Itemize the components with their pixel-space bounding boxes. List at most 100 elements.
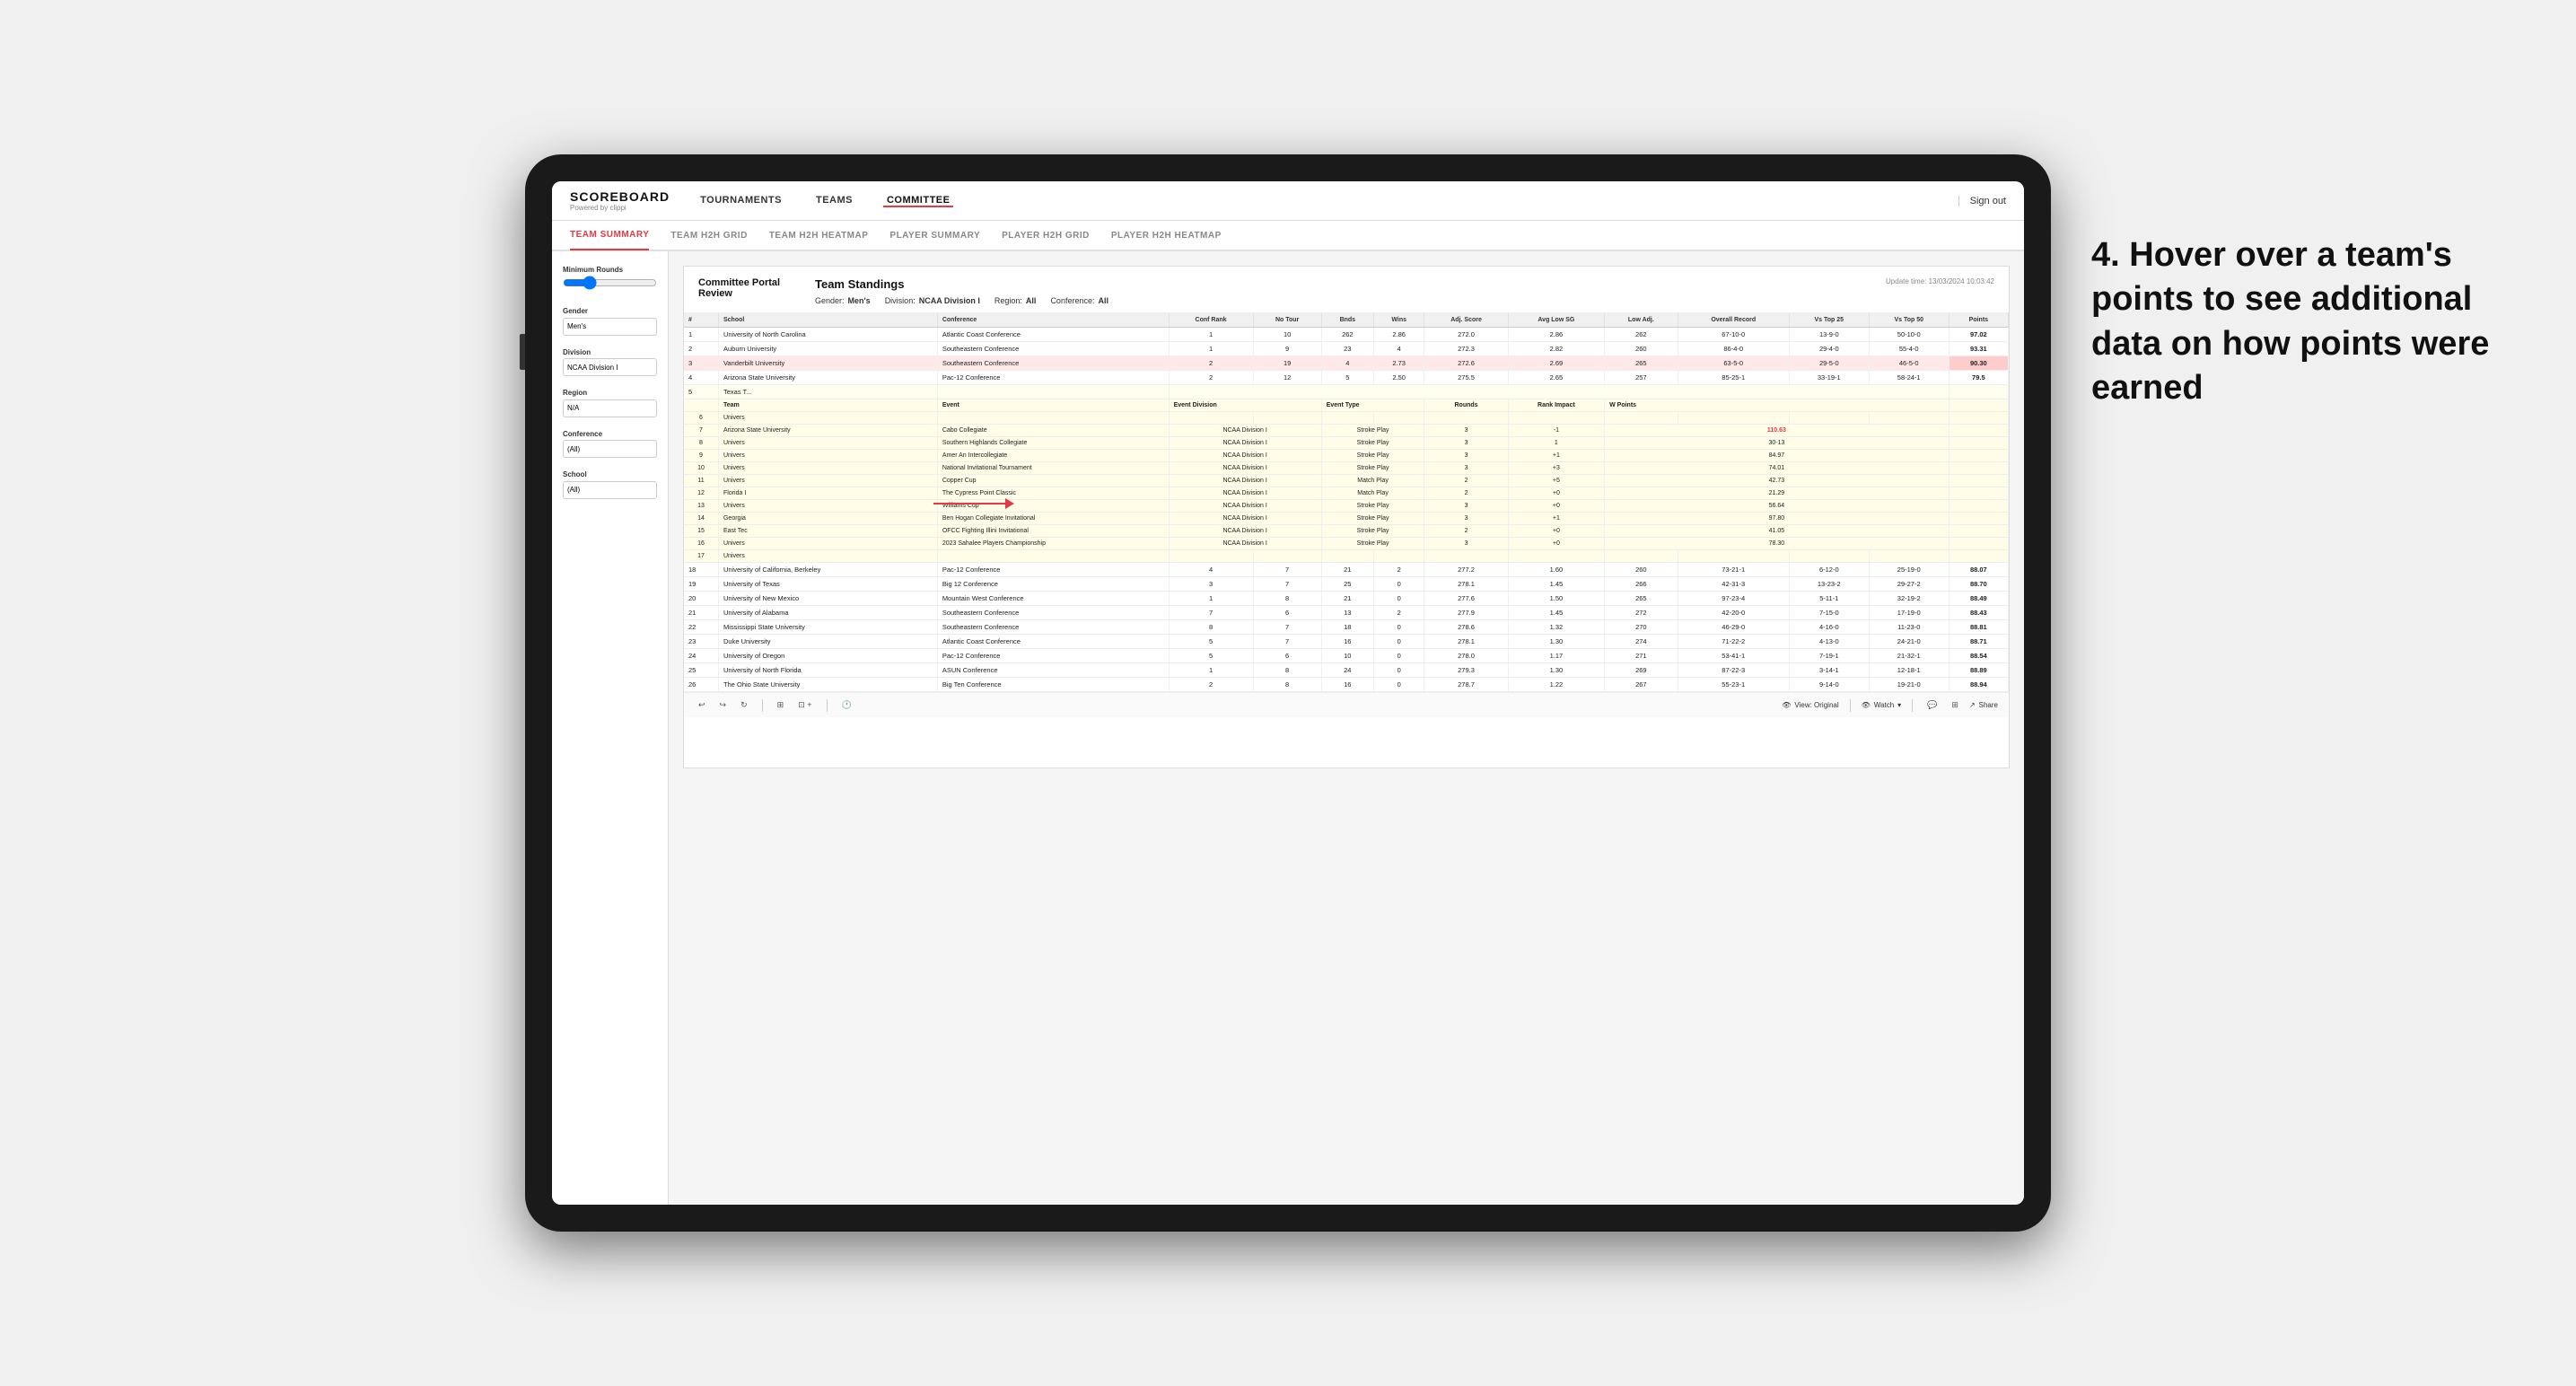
expanded-row: 14GeorgiaBen Hogan Collegiate Invitation… [684,513,2009,525]
watch-icon: 👁 [1862,701,1871,709]
report-filters: Gender: Men's Division: NCAA Division I … [815,296,1868,305]
sidebar-label-region: Region [563,389,657,397]
view-label: 👁 View: Original [1782,701,1838,709]
tab-player-h2h-grid[interactable]: PLAYER H2H GRID [1002,220,1090,250]
expanded-header-row: Team Event Event Division Event Type Rou… [684,399,2009,412]
school-select[interactable]: (All) [563,481,657,499]
expanded-row: 6Univers [684,412,2009,425]
table-row: 18University of California, BerkeleyPac-… [684,563,2009,577]
content-panel: Committee Portal Review Team Standings G… [669,251,2024,1205]
expand-button[interactable]: ⊞ [1948,698,1962,712]
toolbar-separator-2 [827,699,828,712]
expanded-row: 15East TecOFCC Fighting Illini Invitatio… [684,525,2009,538]
tablet-screen: SCOREBOARD Powered by clippi TOURNAMENTS… [552,181,2024,1205]
sidebar-section-school: School (All) [563,470,657,499]
sidebar-label-conference: Conference [563,430,657,438]
col-low-adj: Low Adj. [1605,313,1678,328]
col-no-tour: No Tour [1253,313,1321,328]
gender-select[interactable]: Men's Women's [563,318,657,336]
paste-button[interactable]: ⊡ + [794,698,815,712]
tab-player-summary[interactable]: PLAYER SUMMARY [889,220,980,250]
sidebar-section-region: Region N/A All [563,389,657,417]
sidebar-label-gender: Gender [563,307,657,315]
report-header: Committee Portal Review Team Standings G… [684,267,2009,313]
sidebar-section-minimum-rounds: Minimum Rounds [563,266,657,294]
table-header-row: # School Conference Conf Rank No Tour Bn… [684,313,2009,328]
tab-team-h2h-grid[interactable]: TEAM H2H GRID [670,220,747,250]
sign-out-area: Sign out [1958,196,2006,206]
nav-teams[interactable]: TEAMS [812,195,856,207]
app-header: SCOREBOARD Powered by clippi TOURNAMENTS… [552,181,2024,221]
col-vs-top50: Vs Top 50 [1869,313,1949,328]
expanded-row: 16Univers2023 Sahalee Players Championsh… [684,538,2009,550]
main-content: Minimum Rounds Gender Men's Women's Divi… [552,251,2024,1205]
annotation-text: 4. Hover over a team's points to see add… [2091,233,2504,411]
report-title: Committee Portal Review [698,277,797,299]
expanded-row: 11UniversCopper CupNCAA Division IMatch … [684,475,2009,487]
expanded-row: 10UniversNational Invitational Tournamen… [684,462,2009,475]
table-row: 24University of OregonPac-12 Conference5… [684,649,2009,663]
col-rank: # [684,313,718,328]
sign-out-label[interactable]: Sign out [1970,196,2006,206]
conference-select[interactable]: (All) [563,440,657,458]
col-conf-rank: Conf Rank [1169,313,1253,328]
expanded-row: 17Univers [684,550,2009,563]
undo-button[interactable]: ↩ [695,698,709,712]
tablet-side-button [520,334,525,370]
standings-table: # School Conference Conf Rank No Tour Bn… [684,313,2009,692]
table-row: 21University of AlabamaSoutheastern Conf… [684,606,2009,620]
table-row-truncated: 5 Texas T... [684,385,2009,399]
division-filter: Division: NCAA Division I [885,296,980,305]
report-container: Committee Portal Review Team Standings G… [683,266,2010,768]
table-row: 19University of TexasBig 12 Conference37… [684,577,2009,592]
expanded-row: 8UniversSouthern Highlands CollegiateNCA… [684,437,2009,450]
sidebar-section-gender: Gender Men's Women's [563,307,657,336]
conference-filter: Conference: All [1050,296,1108,305]
comment-button[interactable]: 💬 [1923,698,1941,712]
sidebar: Minimum Rounds Gender Men's Women's Divi… [552,251,669,1205]
nav-tournaments[interactable]: TOURNAMENTS [697,195,785,207]
nav-committee[interactable]: COMMITTEE [883,195,954,207]
share-icon: ↗ [1969,701,1976,709]
col-avg-low: Avg Low SG [1508,313,1604,328]
redo-button[interactable]: ↪ [716,698,731,712]
sidebar-section-conference: Conference (All) [563,430,657,459]
eye-icon: 👁 [1782,701,1791,709]
tab-team-summary[interactable]: TEAM SUMMARY [570,220,649,250]
tablet-frame: SCOREBOARD Powered by clippi TOURNAMENTS… [525,154,2051,1232]
sub-nav: TEAM SUMMARY TEAM H2H GRID TEAM H2H HEAT… [552,221,2024,251]
region-select[interactable]: N/A All [563,399,657,417]
app-logo-sub: Powered by clippi [570,204,670,212]
sidebar-label-school: School [563,470,657,478]
app-logo: SCOREBOARD [570,189,670,204]
col-wins: Wins [1373,313,1424,328]
gender-filter: Gender: Men's [815,296,871,305]
col-school: School [718,313,937,328]
share-label[interactable]: ↗ Share [1969,701,1998,709]
watch-chevron: ▾ [1897,701,1901,709]
expanded-row: 7Arizona State UniversityCabo Collegiate… [684,425,2009,437]
report-title-col: Committee Portal Review [698,277,797,305]
col-vs-top25: Vs Top 25 [1789,313,1869,328]
col-points: Points [1949,313,2008,328]
minimum-rounds-slider[interactable] [563,276,657,290]
toolbar-separator-3 [1850,699,1851,712]
col-adj-score: Adj. Score [1424,313,1508,328]
watch-label[interactable]: 👁 Watch ▾ [1862,701,1902,709]
expanded-row: 12Florida IThe Cypress Point ClassicNCAA… [684,487,2009,500]
update-time: Update time: 13/03/2024 10:03:42 [1886,277,1994,285]
division-select[interactable]: NCAA Division I NCAA Division II [563,358,657,376]
table-row: 2 Auburn University Southeastern Confere… [684,342,2009,356]
table-row: 26The Ohio State UniversityBig Ten Confe… [684,678,2009,692]
tab-player-h2h-heatmap[interactable]: PLAYER H2H HEATMAP [1111,220,1222,250]
report-meta: Team Standings Gender: Men's Division: N… [815,277,1868,305]
expanded-row: 9UniversAmer An IntercollegiateNCAA Divi… [684,450,2009,462]
sidebar-label-minimum-rounds: Minimum Rounds [563,266,657,274]
refresh-button[interactable]: ↻ [737,698,751,712]
region-filter: Region: All [994,296,1037,305]
tab-team-h2h-heatmap[interactable]: TEAM H2H HEATMAP [769,220,869,250]
copy-button[interactable]: ⊞ [774,698,788,712]
logo-area: SCOREBOARD Powered by clippi [570,189,670,212]
clock-button[interactable]: 🕐 [838,698,855,712]
view-original-label[interactable]: View: Original [1794,701,1838,709]
